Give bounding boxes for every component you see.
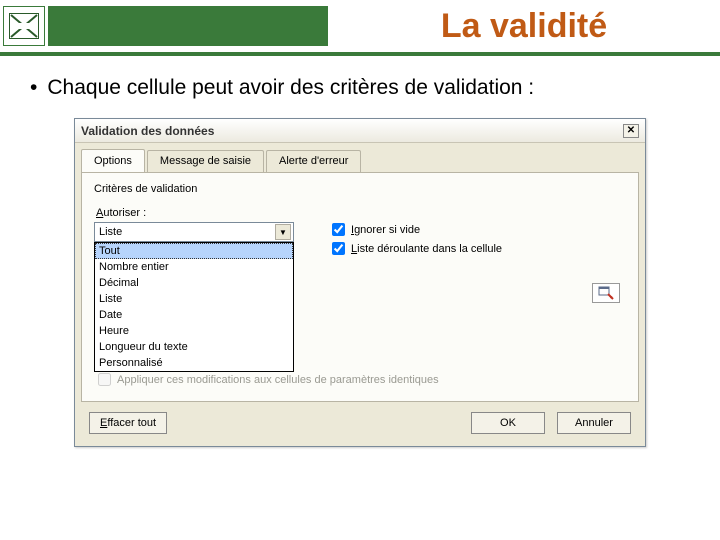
data-validation-dialog: Validation des données ✕ Options Message… [74, 118, 646, 447]
allow-option-personnalise[interactable]: Personnalisé [95, 355, 293, 371]
slide-title: La validité [328, 7, 720, 46]
allow-dropdown-list[interactable]: Tout Nombre entier Décimal Liste Date He… [94, 242, 294, 372]
tab-input-message[interactable]: Message de saisie [147, 150, 264, 173]
allow-label: Autoriser : [96, 207, 304, 219]
in-cell-dropdown-input[interactable] [332, 242, 345, 255]
range-selector-icon [598, 286, 614, 300]
range-selector-button[interactable] [592, 283, 620, 303]
header-bar [48, 6, 328, 46]
allow-label-text: utoriser : [103, 207, 146, 219]
allow-option-heure[interactable]: Heure [95, 323, 293, 339]
allow-option-date[interactable]: Date [95, 307, 293, 323]
tab-strip: Options Message de saisie Alerte d'erreu… [75, 143, 645, 172]
dialog-titlebar: Validation des données ✕ [75, 119, 645, 143]
dialog-title: Validation des données [81, 124, 214, 138]
bullet-area: Chaque cellule peut avoir des critères d… [0, 56, 720, 110]
tab-panel-options: Critères de validation Autoriser : Liste… [81, 172, 639, 402]
tab-options[interactable]: Options [81, 149, 145, 172]
ok-button[interactable]: OK [471, 412, 545, 434]
allow-value: Liste [99, 226, 122, 238]
chevron-down-icon: ▼ [275, 224, 291, 240]
slide-header: La validité [0, 0, 720, 56]
allow-column: Autoriser : Liste ▼ Tout Nombre entier D… [94, 201, 304, 372]
tab-error-alert[interactable]: Alerte d'erreur [266, 150, 361, 173]
in-cell-dropdown-checkbox[interactable]: Liste déroulante dans la cellule [332, 242, 626, 255]
in-cell-dropdown-label: iste déroulante dans la cellule [357, 243, 502, 255]
allow-option-decimal[interactable]: Décimal [95, 275, 293, 291]
logo-icon [3, 6, 45, 46]
allow-option-tout[interactable]: Tout [95, 243, 293, 259]
ignore-blank-checkbox[interactable]: Ignorer si vide [332, 223, 626, 236]
bullet-text: Chaque cellule peut avoir des critères d… [30, 76, 702, 100]
close-icon: ✕ [627, 125, 635, 136]
allow-option-longueur-texte[interactable]: Longueur du texte [95, 339, 293, 355]
ignore-blank-label: gnorer si vide [354, 224, 420, 236]
allow-option-nombre-entier[interactable]: Nombre entier [95, 259, 293, 275]
cancel-button[interactable]: Annuler [557, 412, 631, 434]
allow-option-liste[interactable]: Liste [95, 291, 293, 307]
ignore-blank-input[interactable] [332, 223, 345, 236]
allow-combobox[interactable]: Liste ▼ [94, 222, 294, 242]
apply-changes-label: Appliquer ces modifications aux cellules… [117, 374, 439, 386]
dialog-button-row: Effacer tout OK Annuler [75, 402, 645, 446]
clear-all-label: ffacer tout [107, 417, 156, 429]
checkbox-column: Ignorer si vide Liste déroulante dans la… [332, 201, 626, 372]
criteria-label: Critères de validation [94, 183, 626, 195]
close-button[interactable]: ✕ [623, 124, 639, 138]
apply-changes-checkbox [98, 373, 111, 386]
apply-changes-row: Appliquer ces modifications aux cellules… [94, 370, 626, 389]
dialog-container: Validation des données ✕ Options Message… [0, 110, 720, 447]
bullet-content: Chaque cellule peut avoir des critères d… [47, 76, 534, 100]
clear-all-button[interactable]: Effacer tout [89, 412, 167, 434]
